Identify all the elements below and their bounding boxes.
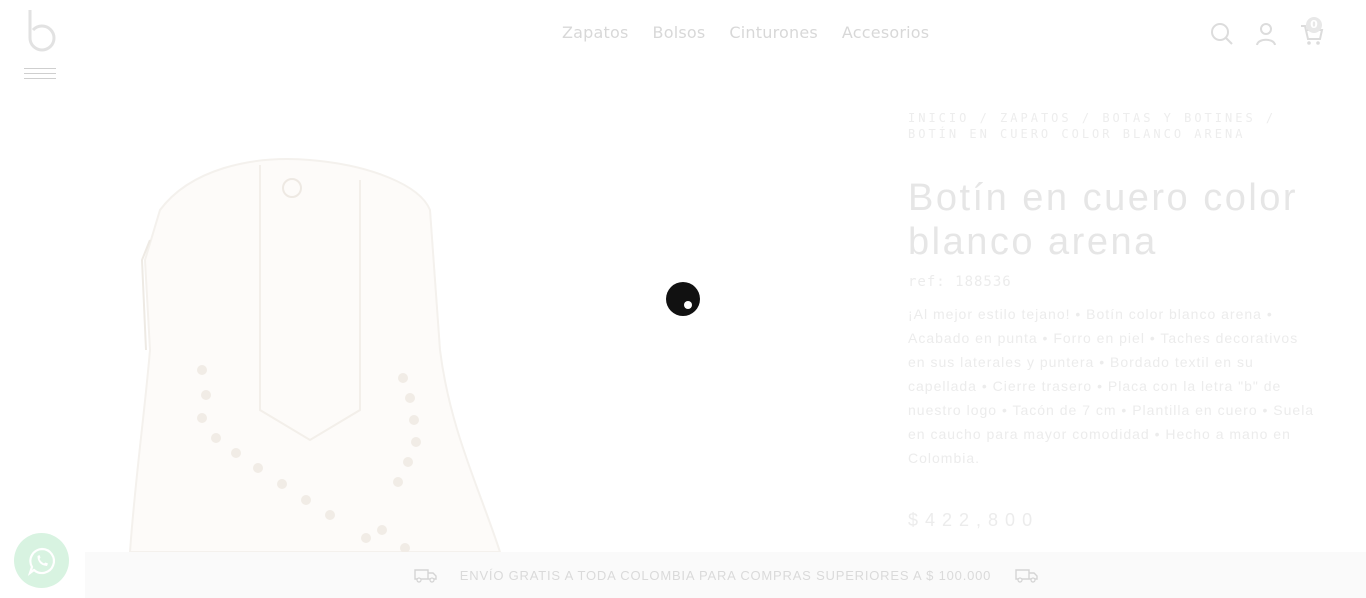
cart-count-badge: 0 (1306, 17, 1322, 33)
main-nav: Zapatos Bolsos Cinturones Accesorios (562, 23, 929, 42)
truck-icon (1015, 569, 1038, 583)
loading-spinner (666, 282, 700, 316)
product-details: INICIO / ZAPATOS / BOTAS Y BOTINES / BOT… (908, 110, 1318, 531)
search-icon[interactable] (1208, 20, 1236, 48)
product-image (128, 158, 502, 552)
product-description: ¡Al mejor estilo tejano! • Botín color b… (908, 306, 1315, 466)
hamburger-icon[interactable] (24, 68, 56, 86)
truck-icon (414, 569, 437, 583)
nav-bolsos[interactable]: Bolsos (653, 23, 706, 42)
whatsapp-button[interactable] (14, 533, 69, 588)
nav-accesorios[interactable]: Accesorios (842, 23, 929, 42)
breadcrumb-item[interactable]: INICIO (908, 111, 969, 125)
breadcrumb: INICIO / ZAPATOS / BOTAS Y BOTINES / BOT… (908, 111, 1277, 141)
breadcrumb-item[interactable]: ZAPATOS (1000, 111, 1072, 125)
breadcrumb-current: BOTÍN EN CUERO COLOR BLANCO ARENA (908, 127, 1246, 141)
product-ref: ref: 188536 (908, 274, 1012, 290)
whatsapp-icon (27, 547, 55, 576)
product-price: $422,800 (908, 510, 1040, 530)
shipping-banner: ENVÍO GRATIS A TODA COLOMBIA PARA COMPRA… (85, 552, 1366, 598)
user-icon[interactable] (1252, 20, 1280, 48)
product-title: Botín en cuero color blanco arena (908, 177, 1299, 263)
shipping-banner-text: ENVÍO GRATIS A TODA COLOMBIA PARA COMPRA… (459, 567, 992, 583)
logo-b-icon[interactable] (24, 8, 58, 56)
nav-zapatos[interactable]: Zapatos (562, 23, 629, 42)
breadcrumb-item[interactable]: BOTAS Y BOTINES (1102, 111, 1255, 125)
nav-cinturones[interactable]: Cinturones (729, 23, 818, 42)
header: Zapatos Bolsos Cinturones Accesorios 0 (0, 0, 1366, 100)
